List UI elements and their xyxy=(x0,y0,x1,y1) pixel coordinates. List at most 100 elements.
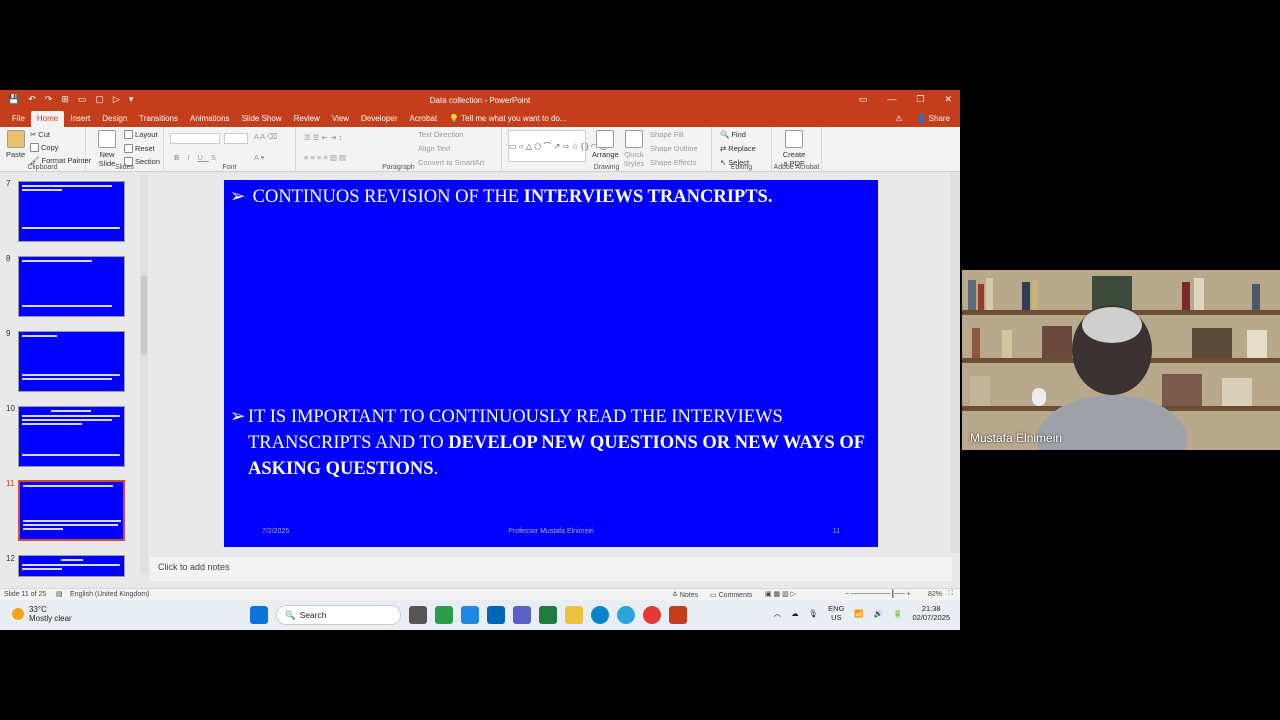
slide-bullet-2[interactable]: ➢ IT IS IMPORTANT TO CONTINUOUSLY READ TH… xyxy=(230,404,870,482)
notes-pane[interactable]: Click to add notes xyxy=(150,557,952,581)
tab-home[interactable]: Home xyxy=(30,111,65,127)
widgets-icon[interactable] xyxy=(461,606,479,624)
layout-button[interactable]: Layout xyxy=(124,130,158,139)
window-title: Data collection - PowerPoint xyxy=(429,96,531,105)
shape-outline-button[interactable]: Shape Outline xyxy=(650,144,698,153)
slide-bullet-1[interactable]: ➢ CONTINUOS REVISION OF THE INTERVIEWS T… xyxy=(230,186,772,208)
align-text-button[interactable]: Align Text xyxy=(418,144,450,153)
weather-desc: Mostly clear xyxy=(29,614,72,623)
edge-icon[interactable] xyxy=(591,606,609,624)
clock[interactable]: 21:38 02/07/2025 xyxy=(912,604,950,622)
slide-thumbnail-selected[interactable] xyxy=(18,480,125,541)
current-slide[interactable]: ➢ CONTINUOS REVISION OF THE INTERVIEWS T… xyxy=(224,180,878,547)
view-buttons[interactable]: ▣ ▦ ▥ ▷ xyxy=(765,590,796,598)
wifi-icon[interactable]: 📶 xyxy=(854,609,863,618)
task-view-icon[interactable] xyxy=(409,606,427,624)
font-size-buttons[interactable]: A A ⌫ xyxy=(254,132,278,141)
font-size-box[interactable] xyxy=(224,133,248,144)
minimize-button[interactable]: — xyxy=(887,94,896,105)
scrollbar-thumb[interactable] xyxy=(141,275,147,355)
fit-slide-icon[interactable]: ⛶ xyxy=(948,590,953,598)
ribbon-display-icon[interactable]: ▭ xyxy=(859,94,868,105)
text-direction-button[interactable]: Text Direction xyxy=(418,130,463,139)
notes-toggle[interactable]: ≛ Notes xyxy=(672,591,698,599)
reset-button[interactable]: Reset xyxy=(124,144,155,153)
slide-thumbnail[interactable] xyxy=(18,406,125,467)
quick-styles-icon xyxy=(625,130,643,148)
language-status[interactable]: English (United Kingdom) xyxy=(70,591,149,598)
replace-button[interactable]: ⇄ Replace xyxy=(720,144,756,153)
shapes-gallery[interactable]: ▭ ○ △ ⬠ ⌒ ↗ ⇨ ☆ { } ◠ ◡ xyxy=(508,130,607,162)
sun-icon xyxy=(12,608,24,620)
paste-button[interactable]: Paste xyxy=(6,130,25,159)
shape-fill-label: Shape Fill xyxy=(650,130,684,139)
font-format-buttons[interactable]: BIUS xyxy=(174,153,222,162)
input-language[interactable]: ENG US xyxy=(828,604,844,622)
comments-toggle[interactable]: ▭ Comments xyxy=(710,591,752,599)
tab-review[interactable]: Review xyxy=(288,111,326,127)
telegram-icon[interactable] xyxy=(617,606,635,624)
close-button[interactable]: ✕ xyxy=(944,94,952,105)
chevron-up-icon[interactable]: ︿ xyxy=(774,608,782,619)
zoom-slider[interactable]: − ────────┃── + xyxy=(845,590,911,598)
tab-slide-show[interactable]: Slide Show xyxy=(236,111,288,127)
copy-button[interactable]: Copy xyxy=(30,143,59,152)
shape-fill-button[interactable]: Shape Fill xyxy=(650,130,683,139)
participant-video-tile[interactable]: Mustafa Elnimeiri xyxy=(962,270,1280,450)
share-button[interactable]: 👤 Share xyxy=(916,114,950,123)
arrange-icon xyxy=(596,130,615,148)
thumbnail-scrollbar[interactable] xyxy=(140,175,148,575)
tab-file[interactable]: File xyxy=(6,111,31,127)
thumb-text xyxy=(51,410,91,412)
restore-button[interactable]: ❐ xyxy=(916,94,924,105)
windows-start-icon[interactable] xyxy=(250,606,268,624)
scissors-icon: ✂ xyxy=(30,130,37,139)
align-buttons[interactable]: ≡ ≡ ≡ ≡ ▥ ▤ xyxy=(304,153,346,162)
arrange-button[interactable]: Arrange xyxy=(592,130,619,159)
thumb-text xyxy=(22,260,92,262)
tab-view[interactable]: View xyxy=(326,111,355,127)
slide-thumbnail[interactable] xyxy=(18,555,125,577)
slide-scrollbar[interactable] xyxy=(950,173,960,553)
cut-button[interactable]: ✂ Cut xyxy=(30,130,50,139)
excel-icon[interactable] xyxy=(539,606,557,624)
acrobat-group: Create a PDF Adobe Acrobat xyxy=(772,127,822,172)
tab-design[interactable]: Design xyxy=(96,111,133,127)
tell-me-box[interactable]: 💡 Tell me what you want to do... xyxy=(443,111,572,127)
tab-developer[interactable]: Developer xyxy=(355,111,403,127)
chrome-icon[interactable] xyxy=(643,606,661,624)
new-slide-button[interactable]: New Slide xyxy=(94,130,120,168)
tab-transitions[interactable]: Transitions xyxy=(133,111,184,127)
layout-icon xyxy=(124,130,133,139)
zoom-level[interactable]: 82% xyxy=(928,591,942,598)
find-button[interactable]: 🔍 Find xyxy=(720,130,746,139)
tab-acrobat[interactable]: Acrobat xyxy=(404,111,444,127)
cloud-icon[interactable]: ☁ xyxy=(791,609,799,618)
meet-icon[interactable] xyxy=(435,606,453,624)
battery-icon[interactable]: 🔋 xyxy=(893,609,902,618)
slide-thumbnail[interactable] xyxy=(18,331,125,392)
warning-icon[interactable]: ⚠ xyxy=(895,114,902,123)
tab-insert[interactable]: Insert xyxy=(64,111,96,127)
taskbar-search[interactable]: 🔍 Search xyxy=(276,605,401,625)
tab-animations[interactable]: Animations xyxy=(184,111,236,127)
file-explorer-icon[interactable] xyxy=(565,606,583,624)
font-name-box[interactable] xyxy=(170,133,220,144)
create-pdf-button[interactable]: Create a PDF xyxy=(780,130,808,168)
weather-widget[interactable]: 33°C Mostly clear xyxy=(12,605,72,623)
store-icon[interactable] xyxy=(487,606,505,624)
teams-icon[interactable] xyxy=(513,606,531,624)
spellcheck-icon[interactable]: ▤ xyxy=(56,590,63,598)
thumb-number: 8 xyxy=(6,254,11,263)
volume-icon[interactable]: 🔊 xyxy=(874,609,883,618)
list-buttons[interactable]: ☰ ☰ ⇤ ⇥ ↕ xyxy=(304,133,342,142)
quick-styles-button[interactable]: Quick Styles xyxy=(622,130,646,168)
slide-thumbnail[interactable] xyxy=(18,181,125,242)
font-color-button[interactable]: A ▾ xyxy=(254,153,264,162)
thumb-text xyxy=(22,415,120,417)
slide-thumbnail[interactable] xyxy=(18,256,125,317)
powerpoint-icon[interactable] xyxy=(669,606,687,624)
shape-outline-label: Shape Outline xyxy=(650,144,698,153)
microphone-icon[interactable]: 🎙 xyxy=(809,609,819,618)
workspace: 7 8 9 10 11 12 ➢ CONTINUOS REVISION OF T… xyxy=(0,173,960,588)
